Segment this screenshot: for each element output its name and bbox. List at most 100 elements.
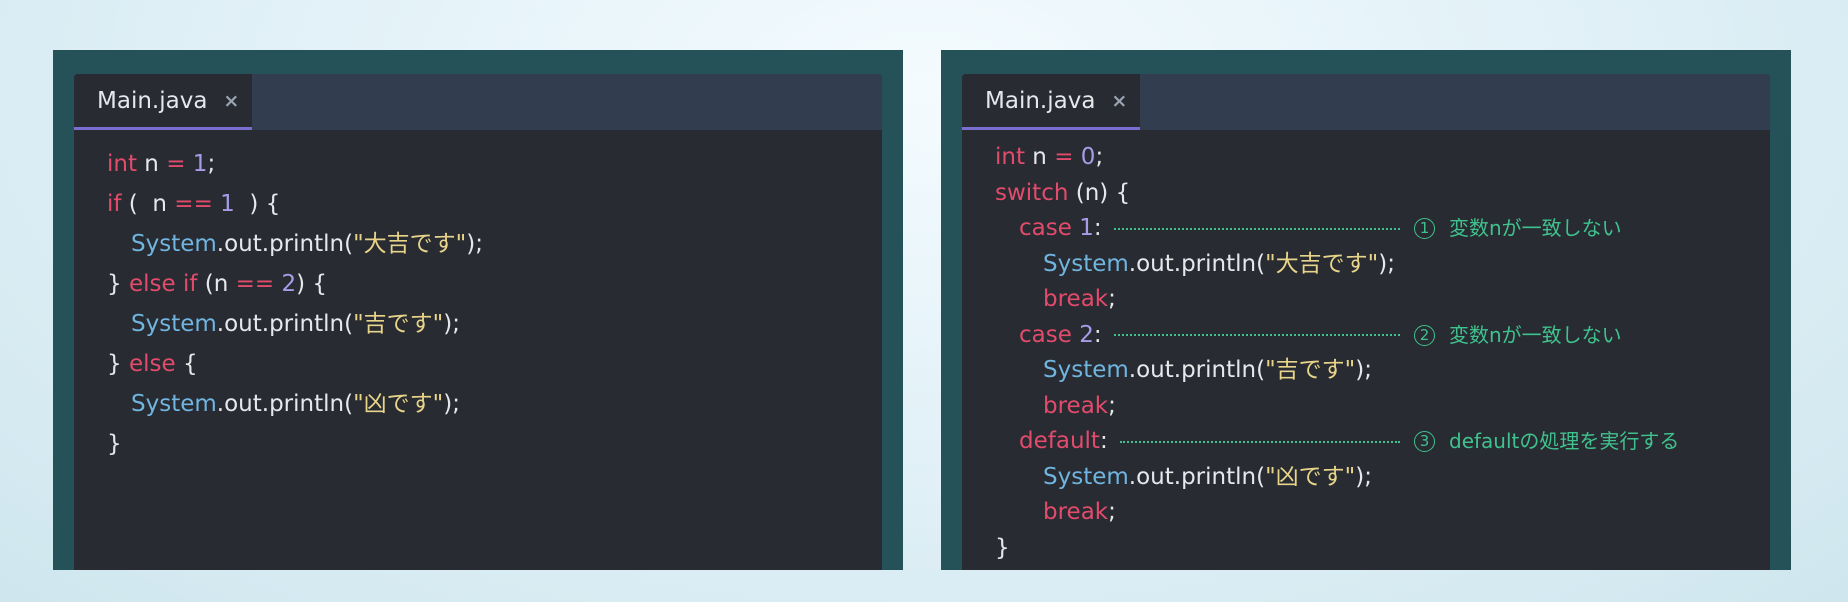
code-token: System bbox=[131, 311, 217, 337]
code-token: ; bbox=[1108, 286, 1116, 312]
code-token: else if bbox=[128, 271, 198, 297]
code-line: } else if (n == 2) { bbox=[107, 264, 483, 304]
code-token: ); bbox=[1378, 250, 1395, 277]
code-token: case bbox=[1019, 215, 1072, 241]
code-line: System.out.println("大吉です"); bbox=[107, 224, 483, 264]
code-token: ; bbox=[1108, 392, 1116, 419]
right-tab-label: Main.java bbox=[985, 87, 1096, 114]
code-token: if bbox=[107, 191, 122, 217]
left-editor-panel: Main.java × int n = 1; if ( n == 1 ) {Sys… bbox=[53, 50, 903, 570]
code-token: 1 bbox=[220, 191, 235, 217]
code-token: ); bbox=[443, 311, 460, 337]
code-token: 0 bbox=[1080, 144, 1096, 170]
right-tab-close-icon[interactable]: × bbox=[1111, 90, 1127, 112]
code-line: int n = 1; bbox=[107, 144, 483, 184]
code-token: "凶です" bbox=[353, 391, 444, 417]
right-editor-panel: Main.java × int n = 0; switch (n) {case 1… bbox=[941, 50, 1791, 570]
code-token: 2 bbox=[281, 271, 297, 297]
annotation-callout: 3 defaultの処理を実行する bbox=[1120, 424, 1679, 460]
code-token: int bbox=[107, 151, 137, 177]
code-token: 1 bbox=[192, 151, 208, 177]
annotation-callout: 1 変数nが一致しない bbox=[1114, 211, 1622, 247]
code-token: "吉です" bbox=[1265, 357, 1356, 383]
right-editor-window: Main.java × int n = 0; switch (n) {case 1… bbox=[962, 74, 1770, 570]
code-line: System.out.println("凶です"); bbox=[995, 460, 1395, 496]
code-token: .out.println( bbox=[1128, 463, 1266, 490]
code-token: int bbox=[995, 144, 1025, 170]
code-token: { bbox=[175, 351, 198, 377]
code-token: = bbox=[1054, 144, 1074, 170]
code-token: break bbox=[1043, 286, 1109, 312]
code-token: ) { bbox=[234, 191, 281, 217]
left-code-area[interactable]: int n = 1; if ( n == 1 ) {System.out.prin… bbox=[107, 144, 483, 464]
left-editor-window: Main.java × int n = 1; if ( n == 1 ) {Sys… bbox=[74, 74, 882, 570]
code-token: : bbox=[1093, 215, 1102, 241]
right-tab-main-java[interactable]: Main.java × bbox=[962, 74, 1140, 130]
code-token: ( n bbox=[121, 191, 175, 217]
code-line: } bbox=[995, 531, 1395, 567]
code-token: ; bbox=[207, 151, 216, 177]
code-token: "凶です" bbox=[1265, 463, 1356, 490]
code-token: ); bbox=[1355, 357, 1372, 383]
code-line: System.out.println("大吉です"); bbox=[995, 247, 1395, 283]
code-token: ; bbox=[1108, 499, 1116, 525]
code-token: else bbox=[128, 351, 176, 377]
code-token: : bbox=[1099, 428, 1108, 454]
annotation-number-marker: 3 bbox=[1414, 431, 1435, 453]
code-token: .out.println( bbox=[216, 231, 354, 257]
code-line: System.out.println("凶です"); bbox=[107, 384, 483, 424]
dotted-leader-line bbox=[1114, 227, 1400, 230]
code-line: System.out.println("吉です"); bbox=[995, 353, 1395, 389]
code-token: (n bbox=[197, 271, 236, 297]
code-token: n bbox=[1025, 144, 1055, 170]
annotation-callout: 2 変数nが一致しない bbox=[1114, 318, 1622, 354]
code-token: n bbox=[137, 151, 167, 177]
annotation-text: 変数nが一致しない bbox=[1449, 216, 1622, 240]
code-token: } bbox=[107, 351, 129, 377]
code-line: break; bbox=[995, 389, 1395, 425]
annotation-text: 変数nが一致しない bbox=[1449, 322, 1622, 347]
code-token: ); bbox=[443, 391, 460, 417]
annotation-number-marker: 2 bbox=[1414, 324, 1435, 346]
code-token: System bbox=[1043, 250, 1129, 277]
code-token: .out.println( bbox=[1128, 250, 1266, 277]
code-token: System bbox=[131, 391, 217, 417]
code-line: int n = 0; bbox=[995, 140, 1395, 176]
code-line: case 2: 2 変数nが一致しない bbox=[995, 318, 1622, 354]
code-token: System bbox=[131, 231, 217, 257]
left-tab-main-java[interactable]: Main.java × bbox=[74, 74, 252, 130]
code-token: = bbox=[166, 151, 186, 177]
code-token: System bbox=[1043, 463, 1129, 490]
dotted-leader-line bbox=[1120, 440, 1400, 443]
code-token: "吉です" bbox=[353, 311, 444, 337]
code-line: if ( n == 1 ) { bbox=[107, 184, 483, 224]
code-token: == bbox=[235, 271, 275, 297]
code-token: .out.println( bbox=[216, 311, 354, 337]
annotation-text: defaultの処理を実行する bbox=[1449, 429, 1680, 453]
code-token: "大吉です" bbox=[1265, 250, 1379, 277]
code-line: } else { bbox=[107, 344, 483, 384]
code-token: ) { bbox=[296, 271, 328, 297]
code-line: } bbox=[107, 424, 483, 464]
code-token: ; bbox=[1095, 144, 1104, 170]
code-token: break bbox=[1043, 499, 1109, 525]
code-line: switch (n) { bbox=[995, 176, 1395, 212]
dotted-leader-line bbox=[1114, 334, 1400, 337]
right-tab-bar: Main.java × bbox=[962, 74, 1770, 130]
code-token: : bbox=[1093, 321, 1102, 348]
code-token: default bbox=[1019, 428, 1100, 454]
code-token: 2 bbox=[1079, 321, 1094, 348]
code-token: ); bbox=[466, 231, 483, 257]
right-code-area[interactable]: int n = 0; switch (n) {case 1: 1 変数nが一致しない S… bbox=[995, 140, 1679, 567]
code-line: case 1: 1 変数nが一致しない bbox=[995, 211, 1622, 247]
code-token: switch bbox=[995, 179, 1069, 206]
code-token: System bbox=[1043, 357, 1129, 383]
code-token: } bbox=[107, 271, 129, 297]
code-line: break; bbox=[995, 495, 1395, 531]
code-token: case bbox=[1019, 321, 1072, 348]
code-token: ); bbox=[1355, 463, 1372, 490]
left-tab-close-icon[interactable]: × bbox=[223, 90, 239, 112]
code-line: System.out.println("吉です"); bbox=[107, 304, 483, 344]
